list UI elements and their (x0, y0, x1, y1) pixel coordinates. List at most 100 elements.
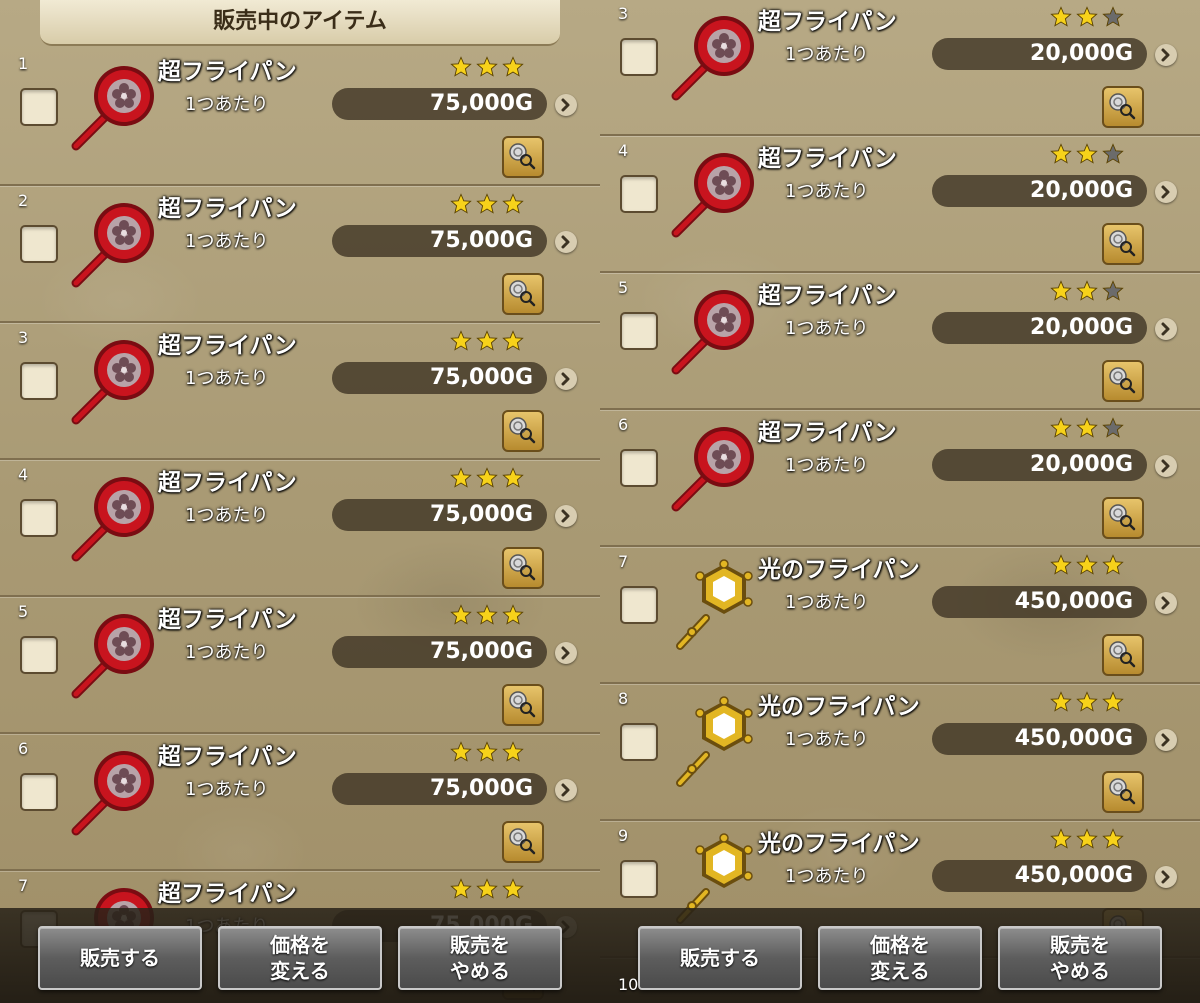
per-unit-label: 1つあたり (785, 44, 869, 65)
market-price-search-icon[interactable] (1102, 634, 1144, 676)
row-number-peek: 10 (618, 975, 639, 994)
select-checkbox[interactable] (620, 723, 658, 761)
item-row[interactable]: 3 超フライパン 1つあたり 75,000G (0, 322, 600, 460)
price-field: 20,000G (932, 38, 1147, 70)
market-price-search-icon[interactable] (502, 273, 544, 315)
chevron-right-icon[interactable] (1155, 44, 1177, 66)
price-field: 20,000G (932, 312, 1147, 344)
market-price-search-icon[interactable] (502, 410, 544, 452)
rarity-stars (1050, 691, 1124, 717)
star-filled-icon (476, 467, 498, 488)
select-checkbox[interactable] (20, 773, 58, 811)
price-value: 20,000G (1030, 178, 1133, 203)
chevron-right-icon[interactable] (1155, 455, 1177, 477)
red-frying-pan-icon (662, 282, 762, 382)
chevron-right-icon[interactable] (1155, 318, 1177, 340)
chevron-right-icon[interactable] (1155, 729, 1177, 751)
price-value: 75,000G (430, 365, 533, 390)
item-row[interactable]: 6 超フライパン 1つあたり 75,000G (0, 733, 600, 871)
star-filled-icon (450, 56, 472, 77)
market-price-search-icon[interactable] (1102, 497, 1144, 539)
item-row[interactable]: 5 超フライパン 1つあたり 75,000G (0, 596, 600, 734)
star-filled-icon (1050, 6, 1072, 27)
select-checkbox[interactable] (20, 499, 58, 537)
item-name: 超フライパン (758, 420, 897, 446)
star-filled-icon (502, 330, 524, 351)
price-field: 75,000G (332, 88, 547, 120)
sell-button[interactable]: 販売する (38, 926, 202, 990)
star-filled-icon (476, 56, 498, 77)
select-checkbox[interactable] (620, 175, 658, 213)
chevron-right-icon[interactable] (1155, 866, 1177, 888)
per-unit-label: 1つあたり (785, 318, 869, 339)
select-checkbox[interactable] (620, 38, 658, 76)
chevron-right-icon[interactable] (1155, 592, 1177, 614)
row-number: 6 (18, 739, 29, 758)
per-unit-label: 1つあたり (185, 642, 269, 663)
item-name: 超フライパン (758, 146, 897, 172)
star-filled-icon (1050, 828, 1072, 849)
select-checkbox[interactable] (620, 449, 658, 487)
market-price-search-icon[interactable] (502, 821, 544, 863)
item-row[interactable]: 8 光のフライパン 1つあたり 450,000G (600, 683, 1200, 821)
price-field: 75,000G (332, 773, 547, 805)
star-filled-icon (1076, 554, 1098, 575)
star-filled-icon (476, 878, 498, 899)
rarity-stars (1050, 417, 1124, 443)
star-filled-icon (502, 193, 524, 214)
star-filled-icon (1102, 691, 1124, 712)
change-price-button[interactable]: 価格を 変える (818, 926, 982, 990)
market-price-search-icon[interactable] (502, 684, 544, 726)
stop-selling-button[interactable]: 販売を やめる (398, 926, 562, 990)
select-checkbox[interactable] (20, 88, 58, 126)
item-row[interactable]: 2 超フライパン 1つあたり 75,000G (0, 185, 600, 323)
chevron-right-icon[interactable] (555, 368, 577, 390)
market-price-search-icon[interactable] (502, 136, 544, 178)
select-checkbox[interactable] (20, 636, 58, 674)
market-price-search-icon[interactable] (1102, 360, 1144, 402)
chevron-right-icon[interactable] (555, 505, 577, 527)
item-row[interactable]: 6 超フライパン 1つあたり 20,000G (600, 409, 1200, 547)
change-price-button[interactable]: 価格を 変える (218, 926, 382, 990)
select-checkbox[interactable] (620, 586, 658, 624)
select-checkbox[interactable] (620, 860, 658, 898)
star-filled-icon (476, 604, 498, 625)
item-name: 超フライパン (758, 9, 897, 35)
chevron-right-icon[interactable] (555, 231, 577, 253)
star-filled-icon (1050, 554, 1072, 575)
item-row[interactable]: 4 超フライパン 1つあたり 75,000G (0, 459, 600, 597)
price-value: 450,000G (1014, 863, 1133, 888)
chevron-right-icon[interactable] (555, 94, 577, 116)
market-price-search-icon[interactable] (1102, 223, 1144, 265)
sell-button[interactable]: 販売する (638, 926, 802, 990)
price-value: 450,000G (1014, 726, 1133, 751)
red-frying-pan-icon (62, 606, 162, 706)
market-price-search-icon[interactable] (1102, 86, 1144, 128)
star-empty-icon (1102, 280, 1124, 301)
rarity-stars (450, 330, 524, 356)
item-row[interactable]: 4 超フライパン 1つあたり 20,000G (600, 135, 1200, 273)
red-frying-pan-icon (62, 332, 162, 432)
market-price-search-icon[interactable] (1102, 771, 1144, 813)
chevron-right-icon[interactable] (1155, 181, 1177, 203)
star-filled-icon (450, 741, 472, 762)
star-filled-icon (1076, 280, 1098, 301)
select-checkbox[interactable] (20, 225, 58, 263)
select-checkbox[interactable] (20, 362, 58, 400)
per-unit-label: 1つあたり (185, 779, 269, 800)
chevron-right-icon[interactable] (555, 779, 577, 801)
item-row[interactable]: 3 超フライパン 1つあたり 20,000G (600, 0, 1200, 136)
per-unit-label: 1つあたり (785, 455, 869, 476)
star-filled-icon (502, 467, 524, 488)
item-name: 超フライパン (158, 59, 297, 85)
price-field: 75,000G (332, 225, 547, 257)
select-checkbox[interactable] (620, 312, 658, 350)
chevron-right-icon[interactable] (555, 642, 577, 664)
stop-selling-button[interactable]: 販売を やめる (998, 926, 1162, 990)
item-row[interactable]: 5 超フライパン 1つあたり 20,000G (600, 272, 1200, 410)
item-row[interactable]: 7 光のフライパン 1つあたり 450,000G (600, 546, 1200, 684)
row-number: 2 (18, 191, 29, 210)
market-price-search-icon[interactable] (502, 547, 544, 589)
star-empty-icon (1102, 6, 1124, 27)
item-row[interactable]: 1 超フライパン 1つあたり 75,000G (0, 48, 600, 186)
